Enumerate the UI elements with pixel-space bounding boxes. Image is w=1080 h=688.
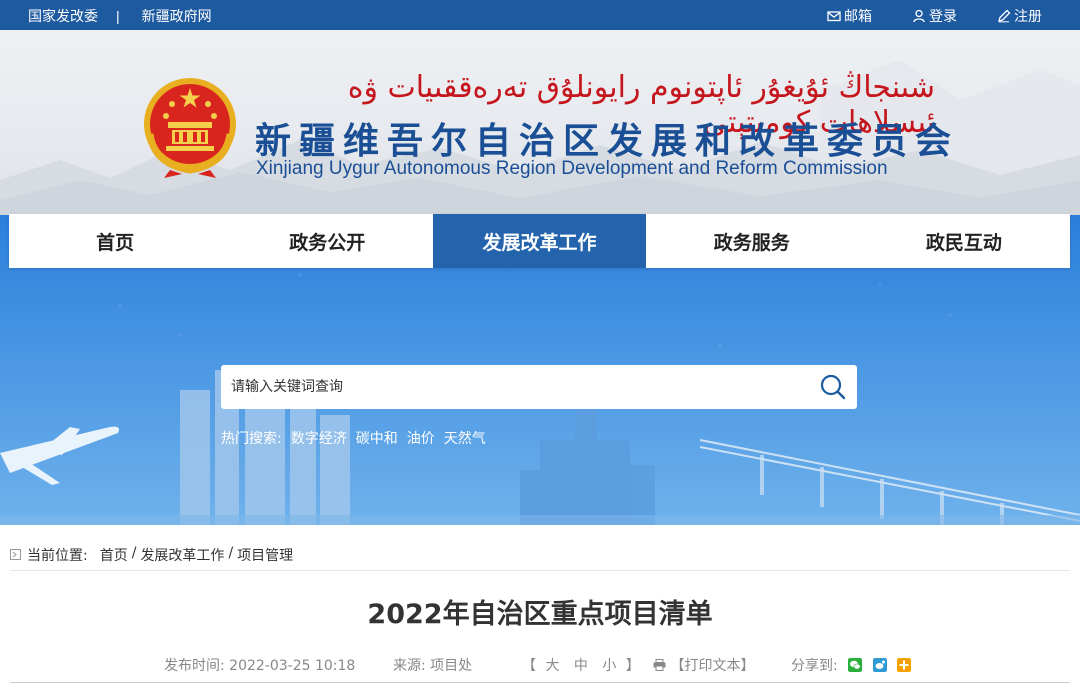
search-input[interactable]: [231, 365, 801, 409]
source-label: 来源:: [393, 658, 426, 674]
printer-icon: [653, 659, 666, 671]
publish-time: 2022-03-25 10:18: [229, 658, 356, 674]
top-bar-left: 国家发改委 | 新疆政府网: [28, 6, 212, 26]
breadcrumb-home[interactable]: 首页: [100, 545, 128, 565]
top-separator: |: [116, 8, 120, 24]
breadcrumb-project-management[interactable]: 项目管理: [237, 545, 293, 565]
breadcrumb-separator: /: [131, 545, 137, 561]
qzone-icon[interactable]: [897, 658, 912, 672]
mail-label: 邮箱: [844, 8, 872, 24]
site-header: شىنجاڭ ئۇيغۇر ئاپتونوم رايونلۇق تەرەققىي…: [0, 30, 1080, 215]
article-title: 2022年自治区重点项目清单: [367, 599, 713, 630]
print-button[interactable]: 【打印文本】: [653, 655, 754, 675]
font-size-large[interactable]: 大: [545, 658, 559, 674]
font-size-close-bracket: 】: [625, 658, 640, 674]
font-size-medium[interactable]: 中: [574, 658, 588, 674]
source-value: 项目处: [430, 658, 473, 674]
main-nav: 首页 政务公开 发展改革工作 政务服务 政民互动: [9, 214, 1070, 268]
national-emblem-icon: [144, 78, 236, 178]
print-label: 【打印文本】: [670, 658, 755, 674]
user-icon: [913, 9, 925, 23]
breadcrumb-separator: /: [228, 545, 234, 561]
font-size-open-bracket: 【: [522, 658, 536, 674]
publish-info: 发布时间: 2022-03-25 10:18: [164, 655, 355, 675]
breadcrumb: 当前位置: 首页 / 发展改革工作 / 项目管理: [10, 545, 1070, 571]
top-bar-right: 邮箱 登录 注册: [827, 6, 1042, 26]
hot-search-label: 热门搜索:: [221, 431, 282, 447]
share-group: 分享到:: [791, 655, 912, 675]
breadcrumb-development-reform[interactable]: 发展改革工作: [140, 545, 224, 565]
source-info: 来源: 项目处: [393, 655, 472, 675]
link-ndrc[interactable]: 国家发改委: [28, 6, 98, 26]
pencil-icon: [998, 9, 1011, 23]
login-label: 登录: [929, 8, 957, 24]
share-label: 分享到:: [791, 658, 838, 674]
hot-search: 热门搜索: 数字经济 碳中和 油价 天然气: [221, 428, 486, 448]
link-xinjiang-gov[interactable]: 新疆政府网: [142, 6, 212, 26]
font-size-controls: 【 大 中 小 】: [522, 655, 640, 675]
nav-gov-services[interactable]: 政务服务: [646, 214, 858, 268]
breadcrumb-label: 当前位置:: [27, 548, 88, 564]
login-link[interactable]: 登录: [912, 6, 957, 26]
search-icon[interactable]: [819, 373, 847, 401]
hot-term-digital-economy[interactable]: 数字经济: [291, 428, 347, 448]
font-size-small[interactable]: 小: [602, 658, 616, 674]
nav-interaction[interactable]: 政民互动: [858, 214, 1070, 268]
nav-gov-affairs[interactable]: 政务公开: [221, 214, 433, 268]
wechat-icon[interactable]: [848, 658, 863, 672]
nav-development-reform[interactable]: 发展改革工作: [433, 214, 646, 268]
register-link[interactable]: 注册: [997, 6, 1042, 26]
mail-link[interactable]: 邮箱: [827, 6, 872, 26]
site-title-english: Xinjiang Uygur Autonomous Region Develop…: [256, 158, 888, 179]
hot-term-carbon-neutral[interactable]: 碳中和: [356, 428, 398, 448]
location-icon: [10, 549, 21, 560]
hot-term-oil-price[interactable]: 油价: [407, 428, 435, 448]
weibo-icon[interactable]: [872, 658, 887, 672]
article-meta: 发布时间: 2022-03-25 10:18 来源: 项目处 【 大 中 小 】…: [10, 645, 1070, 683]
top-bar: 国家发改委 | 新疆政府网 邮箱 登录 注册: [0, 0, 1080, 30]
site-title-chinese: 新疆维吾尔自治区发展和改革委员会: [255, 121, 960, 162]
mail-icon: [827, 11, 841, 22]
nav-home[interactable]: 首页: [9, 214, 221, 268]
publish-label: 发布时间:: [164, 658, 225, 674]
register-label: 注册: [1014, 8, 1042, 24]
search-box: [221, 365, 857, 409]
hot-term-natural-gas[interactable]: 天然气: [444, 428, 486, 448]
